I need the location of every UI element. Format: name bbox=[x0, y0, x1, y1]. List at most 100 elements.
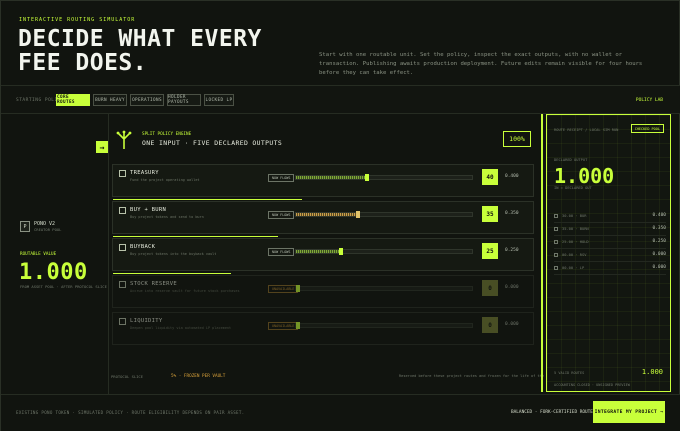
row-share-bar bbox=[113, 198, 303, 200]
receipt-item-key: 25.00 · HOLD bbox=[562, 240, 589, 244]
footer-status: BALANCED · FORK-CERTIFIED ROUTES bbox=[511, 410, 596, 415]
tab-operations[interactable]: OPERATIONS bbox=[130, 94, 164, 106]
route-icon bbox=[554, 214, 558, 218]
slider-handle[interactable] bbox=[365, 174, 370, 181]
hero-description: Start with one routable unit. Set the po… bbox=[319, 52, 643, 76]
footer-bar: EXISTING PONO TOKEN · SIMULATED POLICY ·… bbox=[1, 394, 680, 431]
row-percent-input[interactable]: 0 bbox=[482, 317, 498, 333]
engine-kicker: SPLIT POLICY ENGINE bbox=[142, 132, 192, 137]
routable-sub: FROM ASSET POOL · AFTER PROTOCOL SLICE bbox=[20, 284, 107, 289]
route-icon bbox=[554, 227, 558, 231]
receipt-item-key: 30.00 · BUR bbox=[562, 214, 587, 218]
row-percent-input[interactable]: 25 bbox=[482, 243, 498, 259]
row-percent-input[interactable]: 40 bbox=[482, 169, 498, 185]
receipt-item-key: 35.00 · BURN bbox=[562, 227, 589, 231]
row-status-tag: NOW FLOWS bbox=[268, 248, 295, 256]
row-description: Fund the project operating wallet bbox=[130, 178, 200, 182]
receipt-sub: IN = DECLARED OUT bbox=[554, 186, 592, 190]
split-row-treasury: TREASURY Fund the project operating walle… bbox=[112, 164, 534, 200]
row-status-tag: UNAVAILABLE bbox=[268, 285, 299, 293]
token-sub: CREATOR POOL bbox=[34, 227, 62, 232]
receipt-foot: ACCOUNTING CLOSED · UNSIGNED PREVIEW bbox=[554, 383, 630, 387]
row-status-tag: UNAVAILABLE bbox=[268, 322, 299, 330]
route-icon bbox=[119, 281, 126, 288]
tab-burn-heavy[interactable]: BURN HEAVY bbox=[93, 94, 127, 106]
receipt-kicker: ROUTE RECEIPT / LOCAL SIM RUN bbox=[554, 128, 619, 132]
slider-fill bbox=[296, 176, 368, 179]
footer-text: EXISTING PONO TOKEN · SIMULATED POLICY ·… bbox=[16, 410, 245, 415]
row-output-value: 0.400 bbox=[505, 174, 519, 179]
slider-handle[interactable] bbox=[356, 211, 361, 218]
row-status-tag: NOW FLOWS bbox=[268, 211, 295, 219]
row-description: Buy project tokens and send to burn bbox=[130, 215, 204, 219]
receipt-label: DECLARED OUTPUT bbox=[554, 158, 588, 162]
row-name: TREASURY bbox=[130, 170, 159, 176]
row-percent-input[interactable]: 35 bbox=[482, 206, 498, 222]
tab-locked-lp[interactable]: LOCKED LP bbox=[204, 94, 234, 106]
receipt-item-value: 0.250 bbox=[652, 239, 666, 244]
fork-icon bbox=[116, 130, 132, 149]
receipt-item: 35.00 · BURN 0.350 bbox=[554, 223, 666, 236]
allocation-slider[interactable] bbox=[295, 211, 473, 218]
split-row-buy-burn: BUY + BURN Buy project tokens and send to… bbox=[112, 201, 534, 237]
tab-holder-payouts[interactable]: HOLDER PAYOUTS bbox=[167, 94, 201, 106]
row-name: BUYBACK bbox=[130, 244, 156, 250]
total-percent: 100% bbox=[503, 131, 531, 147]
receipt-total-label: 5 VALID ROUTES bbox=[554, 371, 585, 375]
split-row-liquidity: LIQUIDITY Deepen pool liquidity via autom… bbox=[112, 312, 534, 345]
row-share-bar bbox=[113, 272, 232, 274]
receipt-item: 00.00 · LP 0.000 bbox=[554, 262, 666, 275]
slider-handle[interactable] bbox=[296, 322, 300, 329]
receipt-item-key: 00.00 · RSV bbox=[562, 253, 587, 257]
status-routes: · FORK-CERTIFIED ROUTES bbox=[532, 410, 596, 415]
receipt-total-value: 1.000 bbox=[641, 368, 663, 376]
allocation-slider[interactable] bbox=[295, 248, 473, 255]
receipt-item-value: 0.000 bbox=[652, 265, 666, 270]
route-icon bbox=[554, 266, 558, 270]
allocation-slider[interactable] bbox=[295, 174, 473, 181]
route-icon bbox=[119, 207, 126, 214]
route-icon bbox=[554, 253, 558, 257]
flow-arrow-icon: → bbox=[96, 141, 108, 153]
allocation-slider[interactable] bbox=[295, 285, 473, 292]
receipt-item-value: 0.350 bbox=[652, 226, 666, 231]
slider-fill bbox=[296, 250, 341, 253]
row-output-value: 0.350 bbox=[505, 211, 519, 216]
receipt-item-value: 0.400 bbox=[652, 213, 666, 218]
allocation-slider[interactable] bbox=[295, 322, 473, 329]
tab-core-routes[interactable]: CORE ROUTES bbox=[56, 94, 90, 106]
row-output-value: 0.000 bbox=[505, 322, 519, 327]
hero-title: DECIDE WHAT EVERY FEE DOES. bbox=[18, 27, 262, 75]
row-description: Accrue into reserve vault for future sto… bbox=[130, 289, 240, 293]
route-icon bbox=[119, 170, 126, 177]
slider-handle[interactable] bbox=[296, 285, 300, 292]
hero-line-1: DECIDE WHAT EVERY bbox=[18, 26, 262, 52]
row-name: STOCK RESERVE bbox=[130, 281, 177, 287]
route-receipt: ROUTE RECEIPT / LOCAL SIM RUN CHECKED PO… bbox=[546, 114, 671, 392]
checked-pool-button[interactable]: CHECKED POOL bbox=[630, 124, 664, 133]
row-name: LIQUIDITY bbox=[130, 318, 163, 324]
policy-lab-link[interactable]: POLICY LAB bbox=[636, 98, 663, 103]
row-description: Deepen pool liquidity via automated LP p… bbox=[130, 326, 232, 330]
receipt-item: 30.00 · BUR 0.400 bbox=[554, 210, 666, 223]
split-engine: SPLIT POLICY ENGINE ONE INPUT · FIVE DEC… bbox=[109, 124, 537, 388]
receipt-item: 00.00 · RSV 0.000 bbox=[554, 249, 666, 262]
row-share-bar bbox=[113, 235, 279, 237]
routable-value: 1.000 bbox=[19, 260, 88, 285]
receipt-item: 25.00 · HOLD 0.250 bbox=[554, 236, 666, 249]
route-connector bbox=[541, 114, 543, 392]
status-balanced: BALANCED bbox=[511, 410, 533, 415]
slider-handle[interactable] bbox=[338, 248, 343, 255]
hero-line-2: FEE DOES. bbox=[18, 50, 148, 76]
row-status-tag: NOW FLOWS bbox=[268, 174, 295, 182]
route-icon bbox=[119, 244, 126, 251]
token-card: P PONO V2 CREATOR POOL bbox=[20, 221, 61, 232]
row-percent-input[interactable]: 0 bbox=[482, 280, 498, 296]
route-icon bbox=[554, 240, 558, 244]
receipt-value: 1.000 bbox=[554, 164, 615, 188]
integrate-project-button[interactable]: INTEGRATE MY PROJECT → bbox=[593, 401, 665, 423]
protocol-slice-note: Reserved before these project routes and… bbox=[399, 374, 560, 378]
row-name: BUY + BURN bbox=[130, 207, 167, 213]
slider-fill bbox=[296, 213, 359, 216]
source-panel: P PONO V2 CREATOR POOL ROUTABLE VALUE 1.… bbox=[1, 114, 109, 394]
